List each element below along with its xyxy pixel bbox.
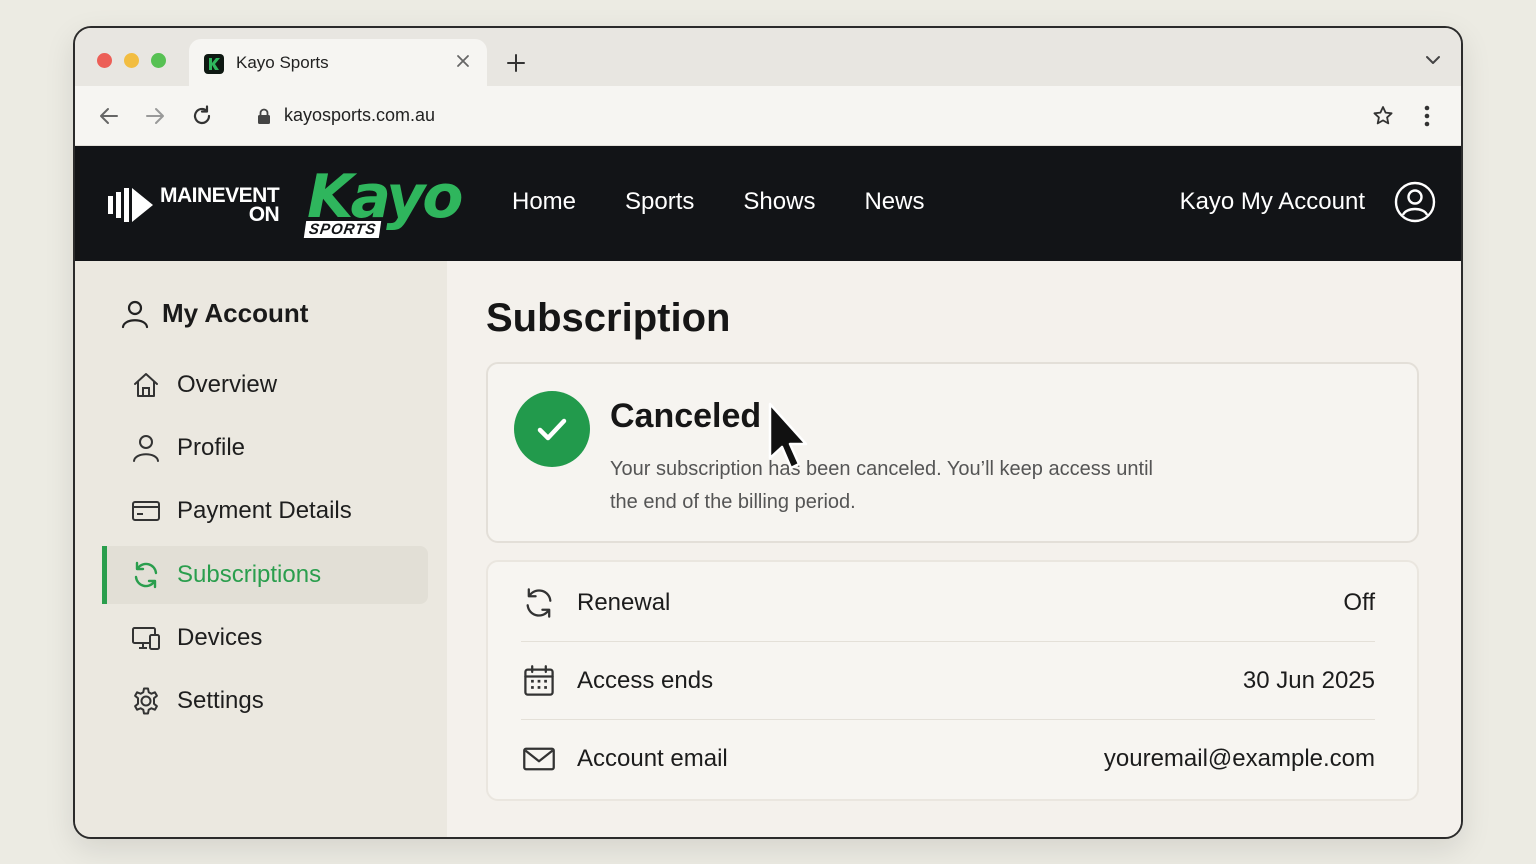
- browser-toolbar: kayosports.com.au: [75, 86, 1461, 146]
- tab-strip: Kayo Sports: [75, 28, 1461, 86]
- site-header: MAINEVENT ON Kayo SPORTS Home Sports Sho…: [75, 146, 1461, 261]
- browser-tab[interactable]: Kayo Sports: [189, 39, 487, 86]
- status-message: Your subscription has been canceled. You…: [610, 458, 1153, 513]
- detail-value: 30 Jun 2025: [1242, 666, 1375, 694]
- mouse-cursor-icon: [768, 402, 808, 470]
- main-content: Subscription Canceled Your subscription …: [447, 261, 1461, 837]
- account-avatar-icon[interactable]: [1394, 181, 1436, 223]
- tab-search-chevron-icon[interactable]: [1421, 48, 1445, 72]
- user-icon: [121, 300, 149, 328]
- browser-window: Kayo Sports kayosports.com.au MAINEVENT …: [73, 26, 1463, 839]
- refresh-icon: [521, 585, 557, 621]
- lock-icon: [255, 107, 273, 125]
- minimize-window-button[interactable]: [124, 53, 139, 68]
- main-nav: Home Sports Shows News: [512, 188, 973, 216]
- sidebar-item-settings[interactable]: Settings: [102, 672, 428, 730]
- sidebar-item-payment-details[interactable]: Payment Details: [102, 482, 428, 540]
- sidebar-item-subscriptions[interactable]: Subscriptions: [102, 546, 428, 604]
- reload-icon[interactable]: [188, 102, 216, 130]
- mainevent-logo[interactable]: MAINEVENT ON: [108, 184, 280, 226]
- tab-title: Kayo Sports: [236, 53, 329, 72]
- address-bar[interactable]: kayosports.com.au: [237, 94, 1412, 138]
- new-tab-icon[interactable]: [503, 50, 529, 76]
- detail-label: Access ends: [577, 666, 714, 694]
- detail-row-account-email: Account email youremail@example.com: [521, 720, 1375, 798]
- back-arrow-icon[interactable]: [95, 102, 123, 130]
- url-text: kayosports.com.au: [284, 105, 436, 125]
- account-sidebar: My Account Overview Profile Payment Deta…: [75, 261, 447, 837]
- detail-value[interactable]: youremail@example.com: [1104, 745, 1375, 773]
- devices-icon: [130, 622, 162, 654]
- bookmark-star-icon[interactable]: [1369, 102, 1397, 130]
- home-icon: [130, 369, 162, 401]
- subscription-details-card: Renewal Off Access ends 30 Jun 2025 Acco…: [486, 560, 1419, 801]
- sidebar-item-overview[interactable]: Overview: [102, 356, 428, 414]
- subscription-status-card: Canceled Your subscription has been canc…: [486, 362, 1419, 543]
- kayo-sports-logo[interactable]: Kayo SPORTS: [303, 164, 463, 244]
- page-title: Subscription: [486, 296, 731, 340]
- nav-news[interactable]: News: [864, 188, 924, 216]
- check-circle-icon: [514, 391, 590, 467]
- maximize-window-button[interactable]: [151, 53, 166, 68]
- account-link[interactable]: Kayo My Account: [1180, 188, 1365, 216]
- refresh-icon: [130, 559, 162, 591]
- sidebar-item-devices[interactable]: Devices: [102, 609, 428, 667]
- detail-row-renewal: Renewal Off: [521, 564, 1375, 642]
- mainevent-wordmark: MAINEVENT ON: [160, 184, 280, 226]
- detail-row-access-ends: Access ends 30 Jun 2025: [521, 642, 1375, 720]
- detail-label: Renewal: [577, 588, 671, 616]
- close-window-button[interactable]: [97, 53, 112, 68]
- detail-label: Account email: [577, 745, 728, 772]
- mainevent-mark-icon: [108, 188, 153, 222]
- credit-card-icon: [130, 495, 162, 527]
- detail-value: Off: [1343, 588, 1375, 616]
- sidebar-item-profile[interactable]: Profile: [102, 419, 428, 477]
- gear-icon: [130, 685, 162, 717]
- browser-menu-icon[interactable]: [1413, 102, 1441, 130]
- forward-arrow-icon[interactable]: [141, 102, 169, 130]
- calendar-icon: [521, 663, 557, 699]
- status-title: Canceled: [610, 397, 762, 435]
- mail-icon: [521, 741, 557, 777]
- user-icon: [130, 432, 162, 464]
- nav-shows[interactable]: Shows: [743, 188, 815, 216]
- nav-home[interactable]: Home: [512, 188, 576, 216]
- kayo-favicon-icon: [204, 54, 224, 74]
- close-tab-icon[interactable]: [453, 51, 473, 71]
- sidebar-heading: My Account: [120, 298, 308, 329]
- nav-sports[interactable]: Sports: [625, 188, 694, 216]
